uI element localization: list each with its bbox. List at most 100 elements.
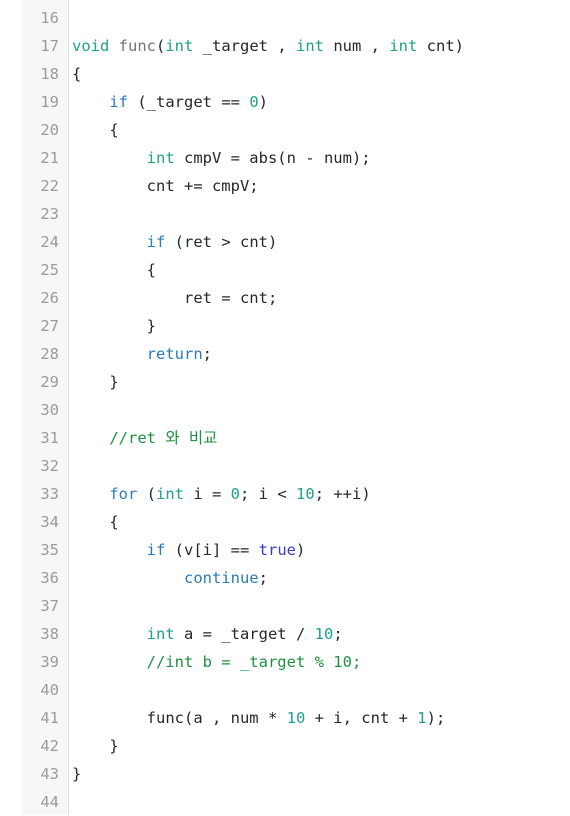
code-line[interactable]: 26 ret = cnt; [0, 284, 570, 312]
line-code[interactable]: } [68, 368, 119, 396]
token-keyword: if [109, 93, 128, 111]
code-line[interactable]: 31 //ret 와 비교 [0, 424, 570, 452]
code-line[interactable]: 22 cnt += cmpV; [0, 172, 570, 200]
token-plain: cnt) [417, 37, 464, 55]
token-number: 1 [417, 709, 427, 727]
line-number: 22 [40, 177, 59, 195]
line-number: 27 [40, 317, 59, 335]
token-keyword: return [146, 345, 203, 363]
line-code[interactable]: if (ret > cnt) [68, 228, 278, 256]
token-plain: } [72, 373, 119, 391]
code-line[interactable]: 29 } [0, 368, 570, 396]
code-line[interactable]: 36 continue; [0, 564, 570, 592]
line-code[interactable]: int a = _target / 10; [68, 620, 343, 648]
line-number: 28 [40, 345, 59, 363]
code-line[interactable]: 33 for (int i = 0; i < 10; ++i) [0, 480, 570, 508]
line-code[interactable]: cnt += cmpV; [68, 172, 259, 200]
token-type: void [72, 37, 110, 55]
line-number: 34 [40, 513, 59, 531]
line-number: 26 [40, 289, 59, 307]
line-number: 35 [40, 541, 59, 559]
code-line[interactable]: 42 } [0, 732, 570, 760]
token-literal: true [258, 541, 296, 559]
code-line[interactable]: 16 [0, 4, 570, 32]
code-line[interactable]: 44 [0, 788, 570, 816]
line-code[interactable]: //int b = _target % 10; [68, 648, 362, 676]
token-number: 10 [314, 625, 334, 643]
code-line[interactable]: 17 void func(int _target , int num , int … [0, 32, 570, 60]
code-line[interactable]: 25 { [0, 256, 570, 284]
line-number: 41 [40, 709, 59, 727]
code-line[interactable]: 41 func(a , num * 10 + i, cnt + 1); [0, 704, 570, 732]
line-number: 16 [40, 9, 59, 27]
code-line[interactable]: 27 } [0, 312, 570, 340]
token-keyword: if [146, 233, 166, 251]
line-code[interactable]: { [68, 116, 118, 144]
line-code[interactable]: } [68, 732, 118, 760]
token-keyword: if [146, 541, 166, 559]
token-func: func [118, 37, 156, 55]
code-line[interactable]: 35 if (v[i] == true) [0, 536, 570, 564]
token-number: 0 [249, 93, 259, 111]
token-plain: { [72, 65, 82, 83]
line-number: 39 [40, 653, 59, 671]
code-line[interactable]: 32 [0, 452, 570, 480]
line-number: 29 [40, 373, 59, 391]
line-code[interactable]: { [68, 60, 81, 88]
line-number: 20 [40, 121, 59, 139]
line-number: 24 [40, 233, 59, 251]
code-line[interactable]: 24 if (ret > cnt) [0, 228, 570, 256]
line-code[interactable]: return; [68, 340, 212, 368]
line-code[interactable]: if (v[i] == true) [68, 536, 306, 564]
code-line[interactable]: 38 int a = _target / 10; [0, 620, 570, 648]
code-line[interactable]: 21 int cmpV = abs(n - num); [0, 144, 570, 172]
line-code[interactable]: { [68, 256, 156, 284]
line-number: 19 [40, 93, 59, 111]
line-code[interactable]: } [68, 760, 81, 788]
code-line[interactable]: 28 return; [0, 340, 570, 368]
token-plain: a = _target / [174, 625, 315, 643]
line-code[interactable]: { [68, 508, 119, 536]
token-plain: { [72, 513, 119, 531]
line-code[interactable]: void func(int _target , int num , int cn… [68, 32, 464, 60]
code-line[interactable]: 20 { [0, 116, 570, 144]
code-line[interactable]: 18 { [0, 60, 570, 88]
line-number: 30 [40, 401, 59, 419]
code-line[interactable]: 39 //int b = _target % 10; [0, 648, 570, 676]
line-code[interactable]: } [68, 312, 156, 340]
line-number: 31 [40, 429, 59, 447]
token-plain: ) [258, 93, 269, 111]
line-code[interactable]: //ret 와 비교 [68, 424, 217, 452]
line-number: 42 [40, 737, 59, 755]
code-line[interactable]: 19 if (_target == 0) [0, 88, 570, 116]
token-plain: _target , [193, 37, 296, 55]
line-code[interactable]: continue; [68, 564, 268, 592]
code-line[interactable]: 37 [0, 592, 570, 620]
line-code[interactable]: if (_target == 0) [68, 88, 268, 116]
code-line[interactable]: 23 [0, 200, 570, 228]
token-keyword: for [109, 485, 138, 503]
token-number: 10 [296, 485, 315, 503]
line-code[interactable]: ret = cnt; [68, 284, 277, 312]
code-line[interactable]: 30 [0, 396, 570, 424]
token-keyword: continue [183, 569, 259, 587]
token-plain: ( [156, 37, 166, 55]
token-type: int [146, 625, 175, 643]
line-code[interactable]: func(a , num * 10 + i, cnt + 1); [68, 704, 446, 732]
code-block[interactable]: 16 17 void func(int _target , int num , in… [0, 0, 570, 815]
token-comment: //int b = _target % 10; [146, 653, 362, 671]
code-line[interactable]: 34 { [0, 508, 570, 536]
token-type: int [296, 37, 324, 55]
code-line[interactable]: 43} [0, 760, 570, 788]
token-plain: + i, cnt + [305, 709, 418, 727]
token-plain: } [72, 317, 156, 335]
code-line[interactable]: 40 [0, 676, 570, 704]
token-plain: { [72, 261, 156, 279]
line-code[interactable]: for (int i = 0; i < 10; ++i) [68, 480, 370, 508]
line-code[interactable]: int cmpV = abs(n - num); [68, 144, 371, 172]
